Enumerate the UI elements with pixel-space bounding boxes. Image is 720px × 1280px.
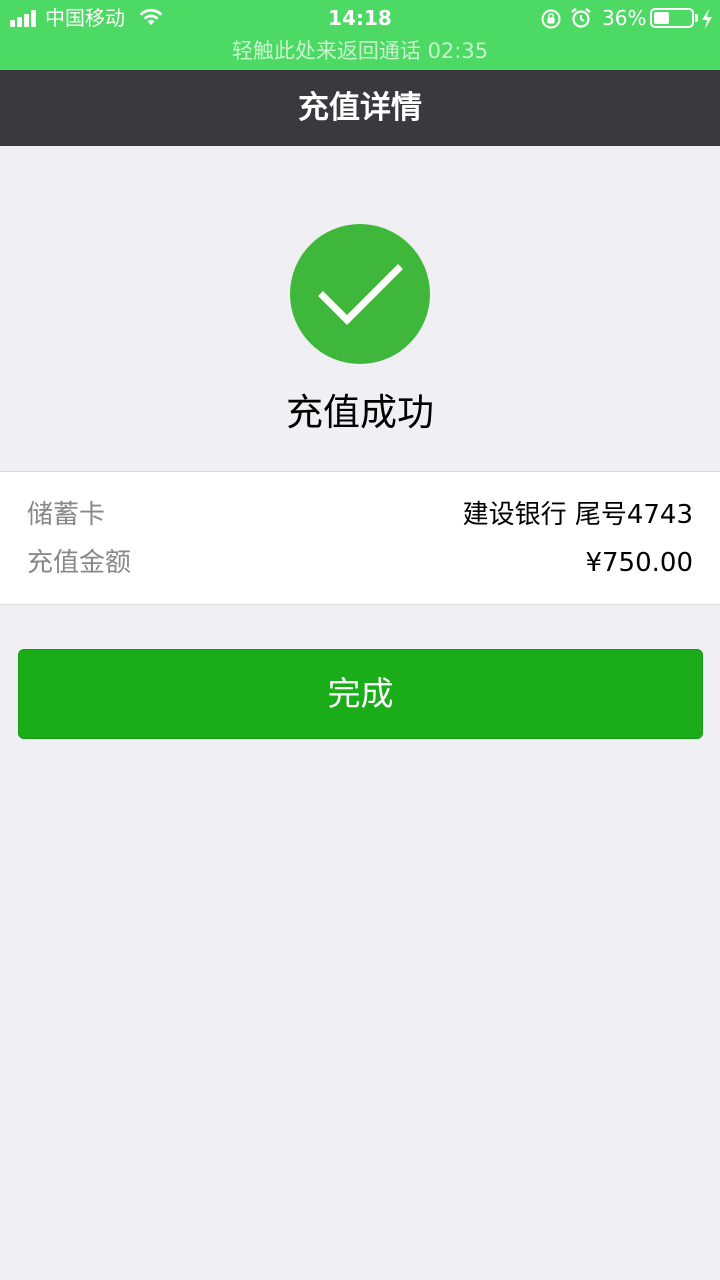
rotation-lock-icon — [541, 9, 561, 29]
status-bar-row: 中国移动 14:18 36% — [0, 0, 720, 36]
battery-percent: 36% — [602, 6, 647, 30]
page-title: 充值详情 — [298, 90, 422, 126]
detail-label: 储蓄卡 — [27, 500, 106, 530]
recharge-details-card: 储蓄卡 建设银行 尾号4743 充值金额 ¥750.00 — [0, 471, 720, 605]
battery-cap — [695, 14, 698, 22]
detail-row-card: 储蓄卡 建设银行 尾号4743 — [0, 495, 720, 535]
detail-label: 充值金额 — [27, 548, 132, 578]
detail-value: 建设银行 尾号4743 — [462, 500, 693, 530]
battery-level-fill — [654, 12, 669, 24]
checkmark-icon — [318, 264, 403, 325]
success-badge — [290, 224, 430, 364]
detail-row-amount: 充值金额 ¥750.00 — [0, 543, 720, 583]
return-to-call-banner[interactable]: 轻触此处来返回通话 02:35 — [0, 36, 720, 66]
charging-icon — [702, 9, 712, 29]
battery-icon — [650, 8, 694, 28]
navigation-bar: 充值详情 — [0, 70, 720, 146]
alarm-icon — [571, 7, 591, 28]
status-bar: 中国移动 14:18 36% 轻触此处来返回通话 02:35 — [0, 0, 720, 70]
result-message: 充值成功 — [286, 391, 434, 434]
done-button[interactable]: 完成 — [18, 649, 703, 739]
detail-value: ¥750.00 — [585, 548, 693, 578]
